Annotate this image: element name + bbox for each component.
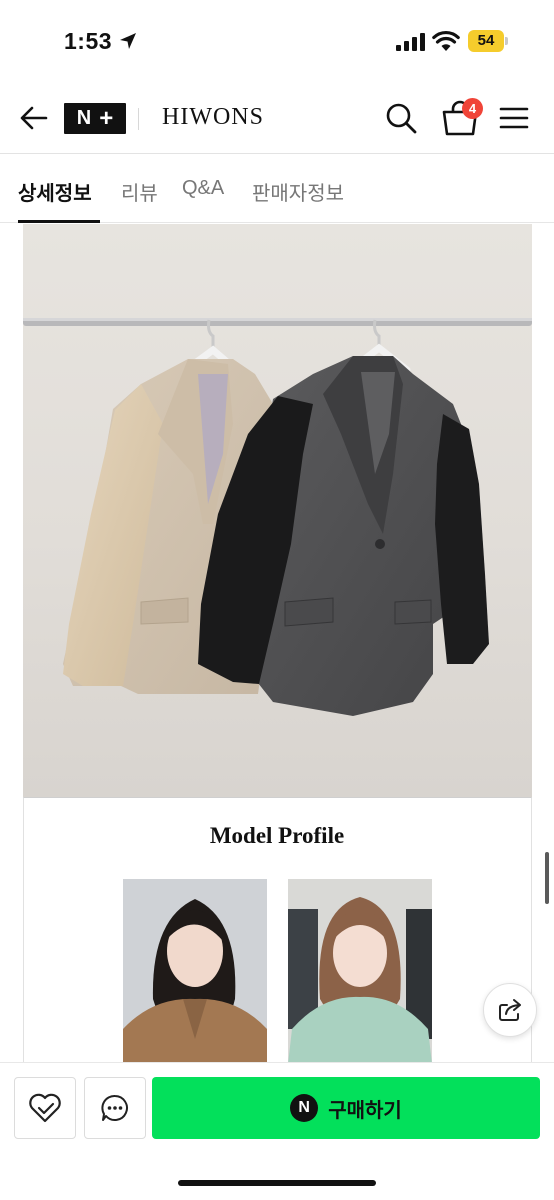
like-button[interactable] <box>14 1077 76 1139</box>
battery-icon: 54 <box>468 30 508 52</box>
tab-reviews[interactable]: 리뷰 <box>121 177 158 206</box>
battery-level: 54 <box>468 30 504 52</box>
share-button[interactable] <box>483 983 537 1037</box>
tab-seller-info[interactable]: 판매자정보 <box>252 177 344 206</box>
buy-button-label: 구매하기 <box>328 1099 402 1122</box>
cart-count-badge: 4 <box>462 98 483 119</box>
scrollbar-thumb[interactable] <box>545 852 549 904</box>
status-bar: 1:53 54 <box>0 0 554 82</box>
home-indicator[interactable] <box>178 1180 376 1186</box>
naver-plus-logo[interactable]: N + <box>64 103 126 134</box>
logo-plus: + <box>99 104 114 132</box>
back-arrow-icon[interactable] <box>18 102 50 134</box>
battery-cap <box>505 37 508 45</box>
model-profile-title: Model Profile <box>209 823 345 848</box>
store-name[interactable]: HIWONS <box>162 104 264 131</box>
active-tab-indicator <box>18 220 100 223</box>
logo-divider <box>138 108 139 130</box>
status-time: 1:53 <box>64 28 113 54</box>
share-icon <box>499 999 521 1021</box>
hamburger-menu-icon[interactable] <box>498 102 530 134</box>
logo-letter: N <box>76 107 92 129</box>
heart-like-icon <box>29 1093 61 1123</box>
cellular-signal-icon <box>396 33 425 51</box>
model-photo-2 <box>288 879 432 1064</box>
buy-button[interactable]: N 구매하기 <box>152 1077 540 1139</box>
product-image <box>23 224 532 797</box>
model-portrait-1 <box>123 879 267 1064</box>
location-arrow-icon <box>120 33 136 49</box>
detail-tabs: 상세정보 리뷰 Q&A 판매자정보 <box>0 155 554 223</box>
naver-pay-icon: N <box>290 1094 319 1122</box>
model-photo-1 <box>123 879 267 1064</box>
chat-button[interactable] <box>84 1077 146 1139</box>
search-icon[interactable] <box>384 101 418 135</box>
wifi-icon <box>432 30 460 51</box>
tab-details[interactable]: 상세정보 <box>18 177 92 206</box>
chat-bubble-icon <box>101 1094 128 1121</box>
jackets-on-rack-photo <box>23 224 532 797</box>
tab-qna[interactable]: Q&A <box>182 177 224 200</box>
model-portrait-2 <box>288 879 432 1064</box>
